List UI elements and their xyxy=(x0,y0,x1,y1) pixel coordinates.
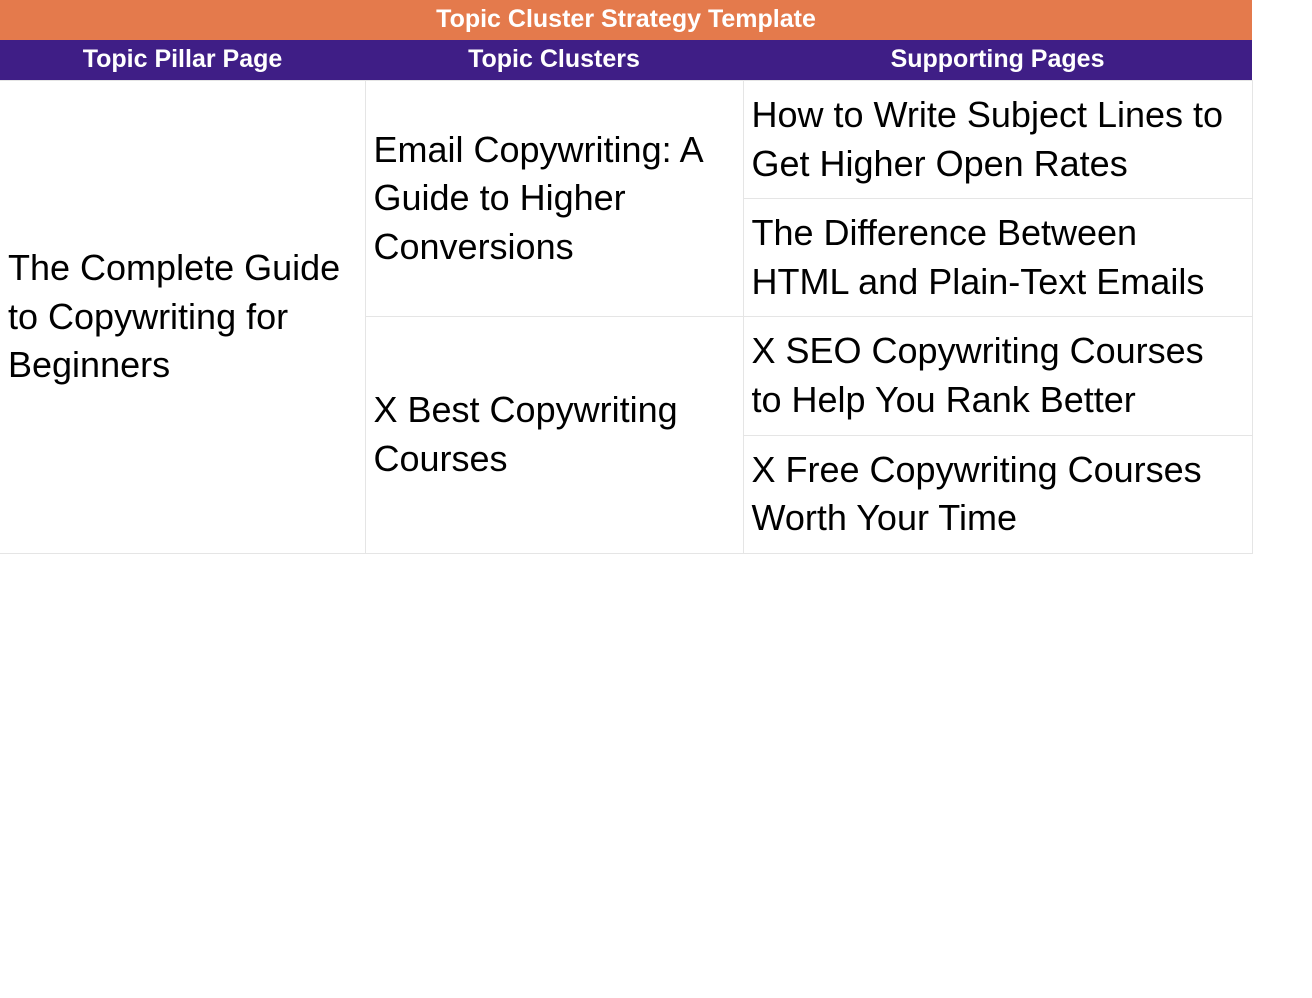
cluster-cell: X Best Copywriting Courses xyxy=(365,317,743,553)
header-clusters: Topic Clusters xyxy=(365,40,743,81)
cluster-cell: Email Copywriting: A Guide to Higher Con… xyxy=(365,81,743,317)
supporting-cell: X SEO Copywriting Courses to Help You Ra… xyxy=(743,317,1252,435)
table-title: Topic Cluster Strategy Template xyxy=(0,0,1252,40)
table-title-row: Topic Cluster Strategy Template xyxy=(0,0,1252,40)
pillar-cell: The Complete Guide to Copywriting for Be… xyxy=(0,81,365,554)
table-header-row: Topic Pillar Page Topic Clusters Support… xyxy=(0,40,1252,81)
supporting-cell: How to Write Subject Lines to Get Higher… xyxy=(743,81,1252,199)
header-pillar: Topic Pillar Page xyxy=(0,40,365,81)
supporting-cell: X Free Copywriting Courses Worth Your Ti… xyxy=(743,435,1252,553)
header-supporting: Supporting Pages xyxy=(743,40,1252,81)
topic-cluster-table: Topic Cluster Strategy Template Topic Pi… xyxy=(0,0,1253,554)
table-row: The Complete Guide to Copywriting for Be… xyxy=(0,81,1252,199)
supporting-cell: The Difference Between HTML and Plain-Te… xyxy=(743,199,1252,317)
